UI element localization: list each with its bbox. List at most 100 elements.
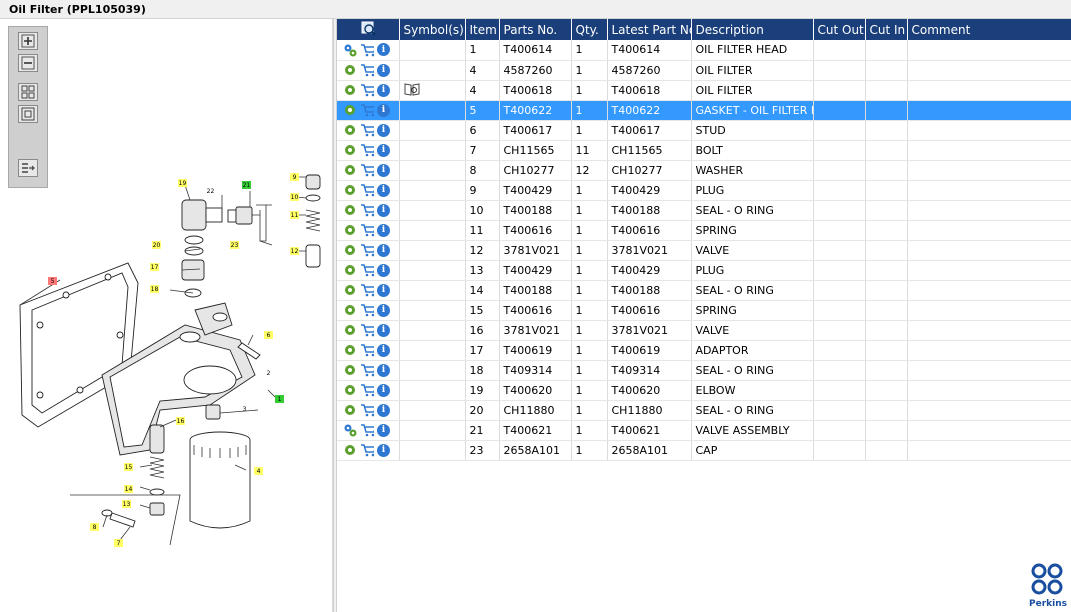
elbow-part[interactable] xyxy=(181,199,223,298)
table-row[interactable]: i 17 T400619 1 T400619 ADAPTOR xyxy=(337,340,1071,361)
part-button[interactable] xyxy=(343,263,357,277)
info-icon[interactable]: i xyxy=(377,103,390,117)
column-header[interactable]: Description xyxy=(691,19,814,40)
actual-size-button[interactable] xyxy=(18,105,38,123)
table-row[interactable]: i 21 T400621 1 T400621 VALVE ASSEMBLY xyxy=(337,420,1071,441)
part-button[interactable] xyxy=(343,243,357,257)
add-to-cart-button[interactable] xyxy=(360,143,374,157)
part-button[interactable] xyxy=(343,63,357,77)
callout-15[interactable]: 15 xyxy=(124,463,133,471)
plug-stack-part[interactable] xyxy=(305,174,321,268)
callout-17[interactable]: 17 xyxy=(150,263,159,271)
add-to-cart-button[interactable] xyxy=(360,223,374,237)
callout-11[interactable]: 11 xyxy=(290,211,299,219)
table-row[interactable]: i 13 T400429 1 T400429 PLUG xyxy=(337,260,1071,281)
callout-23[interactable]: 23 xyxy=(230,241,239,249)
add-to-cart-button[interactable] xyxy=(360,163,374,177)
callout-8[interactable]: 8 xyxy=(90,523,99,531)
add-to-cart-button[interactable] xyxy=(360,343,374,357)
part-button[interactable] xyxy=(343,103,357,117)
info-icon[interactable]: i xyxy=(377,343,390,357)
callout-20[interactable]: 20 xyxy=(152,241,161,249)
table-row[interactable]: i5T4006221T400622GASKET - OIL FILTER HEA… xyxy=(337,100,1071,121)
bolt-washer-part[interactable] xyxy=(101,509,136,528)
add-to-cart-button[interactable] xyxy=(360,103,374,117)
add-to-cart-button[interactable] xyxy=(360,203,374,217)
table-row[interactable]: i 1 T400614 1 T400614 OIL FILTER HEAD xyxy=(337,40,1071,61)
add-to-cart-button[interactable] xyxy=(360,323,374,337)
callout-2[interactable]: 2 xyxy=(267,370,271,377)
assembly-button[interactable] xyxy=(343,423,357,437)
table-row[interactable]: i 4 4587260 1 4587260 OIL FILTER xyxy=(337,60,1071,81)
info-icon[interactable]: i xyxy=(377,43,390,57)
add-to-cart-button[interactable] xyxy=(360,43,374,57)
info-icon[interactable]: i xyxy=(377,423,390,437)
add-to-cart-button[interactable] xyxy=(360,283,374,297)
column-header[interactable]: Symbol(s) xyxy=(399,19,466,40)
column-header[interactable]: Cut In xyxy=(865,19,908,40)
callout-7[interactable]: 7 xyxy=(114,539,123,547)
info-icon[interactable]: i xyxy=(377,263,390,277)
column-header[interactable]: Parts No. xyxy=(499,19,572,40)
table-row[interactable]: i 4 T400618 1 T400618 OIL FILTER xyxy=(337,80,1071,101)
table-row[interactable]: i 14 T400188 1 T400188 SEAL - O RING xyxy=(337,280,1071,301)
callout-10[interactable]: 10 xyxy=(290,193,299,201)
column-header[interactable]: Comment xyxy=(907,19,1071,40)
info-icon[interactable]: i xyxy=(377,203,390,217)
add-to-cart-button[interactable] xyxy=(360,403,374,417)
info-icon[interactable]: i xyxy=(377,83,390,97)
callout-4[interactable]: 4 xyxy=(254,467,263,475)
info-icon[interactable]: i xyxy=(377,403,390,417)
add-to-cart-button[interactable] xyxy=(360,263,374,277)
add-to-cart-button[interactable] xyxy=(360,423,374,437)
part-button[interactable] xyxy=(343,343,357,357)
table-row[interactable]: i 20 CH11880 1 CH11880 SEAL - O RING xyxy=(337,400,1071,421)
table-row[interactable]: i 18 T409314 1 T409314 SEAL - O RING xyxy=(337,360,1071,381)
info-icon[interactable]: i xyxy=(377,303,390,317)
info-icon[interactable]: i xyxy=(377,443,390,457)
zoom-in-button[interactable] xyxy=(18,32,38,50)
part-button[interactable] xyxy=(343,363,357,377)
callout-1[interactable]: 1 xyxy=(275,395,284,403)
info-icon[interactable]: i xyxy=(377,183,390,197)
info-icon[interactable]: i xyxy=(377,163,390,177)
exploded-parts-diagram[interactable]: 9101112192221232017185623116415141387 xyxy=(10,165,328,565)
table-row[interactable]: i 11 T400616 1 T400616 SPRING xyxy=(337,220,1071,241)
part-button[interactable] xyxy=(343,383,357,397)
table-row[interactable]: i 12 3781V021 1 3781V021 VALVE xyxy=(337,240,1071,261)
add-to-cart-button[interactable] xyxy=(360,243,374,257)
column-header-preview[interactable] xyxy=(337,19,400,40)
add-to-cart-button[interactable] xyxy=(360,83,374,97)
part-button[interactable] xyxy=(343,123,357,137)
info-icon[interactable]: i xyxy=(377,323,390,337)
info-icon[interactable]: i xyxy=(377,243,390,257)
info-icon[interactable]: i xyxy=(377,63,390,77)
callout-18[interactable]: 18 xyxy=(150,285,159,293)
callout-9[interactable]: 9 xyxy=(290,173,299,181)
part-button[interactable] xyxy=(343,163,357,177)
part-button[interactable] xyxy=(343,403,357,417)
callout-16[interactable]: 16 xyxy=(176,417,185,425)
info-icon[interactable]: i xyxy=(377,223,390,237)
info-icon[interactable]: i xyxy=(377,363,390,377)
valve-spring-part[interactable] xyxy=(149,424,165,516)
valve-assembly-part[interactable] xyxy=(227,204,267,242)
symbol-cell[interactable] xyxy=(399,80,466,101)
add-to-cart-button[interactable] xyxy=(360,123,374,137)
fit-button[interactable] xyxy=(18,83,38,101)
callout-21[interactable]: 21 xyxy=(242,181,251,189)
add-to-cart-button[interactable] xyxy=(360,383,374,397)
column-header[interactable]: Latest Part No. xyxy=(607,19,692,40)
add-to-cart-button[interactable] xyxy=(360,363,374,377)
info-icon[interactable]: i xyxy=(377,123,390,137)
part-button[interactable] xyxy=(343,283,357,297)
part-button[interactable] xyxy=(343,443,357,457)
callout-22[interactable]: 22 xyxy=(207,188,215,195)
table-row[interactable]: i 15 T400616 1 T400616 SPRING xyxy=(337,300,1071,321)
callout-19[interactable]: 19 xyxy=(178,179,187,187)
callout-5[interactable]: 5 xyxy=(48,277,57,285)
add-to-cart-button[interactable] xyxy=(360,303,374,317)
callout-6[interactable]: 6 xyxy=(264,331,273,339)
part-button[interactable] xyxy=(343,183,357,197)
part-button[interactable] xyxy=(343,203,357,217)
